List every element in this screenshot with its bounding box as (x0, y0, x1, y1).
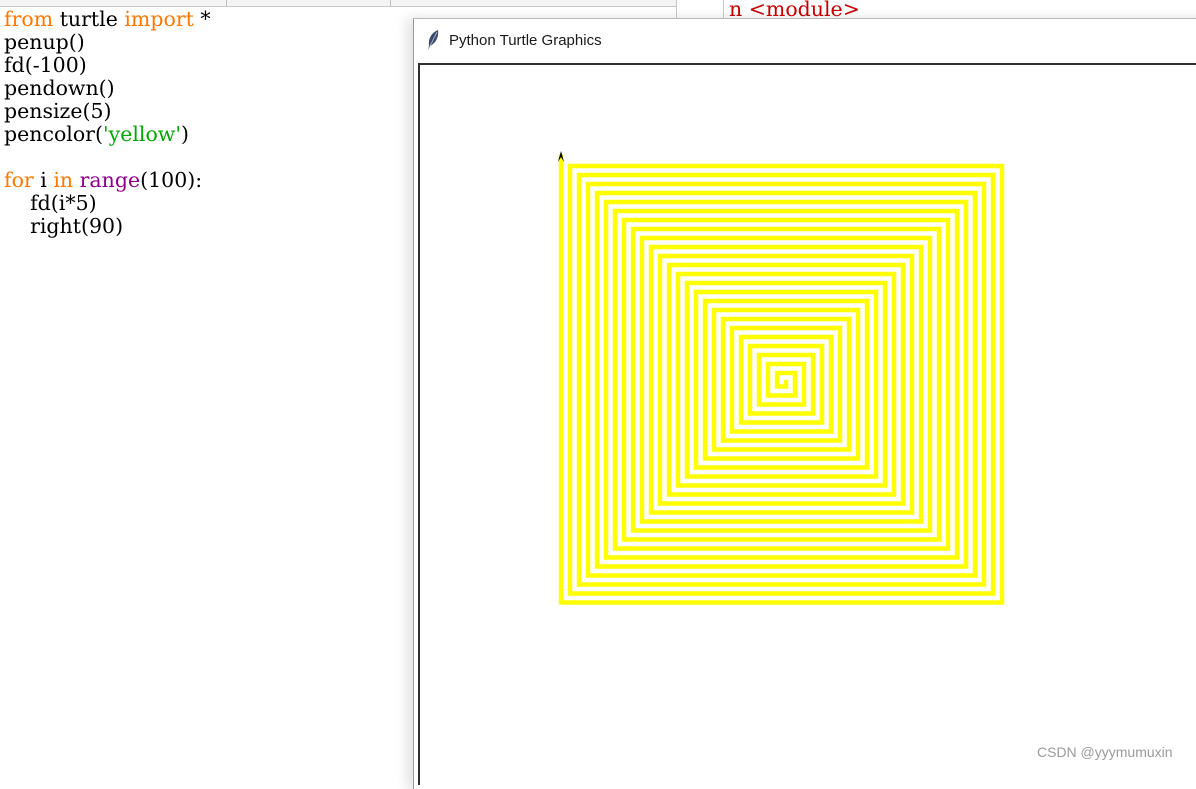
yellow-square-spiral (558, 154, 1005, 605)
code-line: pencolor('yellow') (4, 123, 211, 146)
code-token: pensize(5) (4, 99, 112, 123)
code-line: fd(i*5) (4, 192, 211, 215)
spiral-drawing (557, 151, 1005, 605)
code-token: turtle (53, 7, 125, 31)
code-token: fd(-100) (4, 53, 87, 77)
turtle-canvas[interactable] (418, 63, 1196, 785)
code-token: * (193, 7, 211, 31)
ruler-tick (226, 0, 227, 6)
code-token: in (53, 168, 74, 192)
code-token: (100): (140, 168, 203, 192)
window-titlebar[interactable]: Python Turtle Graphics (414, 19, 1196, 61)
code-line: fd(-100) (4, 54, 211, 77)
editor-top-ruler (0, 0, 676, 7)
window-title: Python Turtle Graphics (449, 31, 602, 49)
turtle-graphics-window[interactable]: Python Turtle Graphics (413, 18, 1196, 789)
code-token: pencolor( (4, 122, 103, 146)
code-token: fd(i*5) (4, 191, 97, 215)
code-line: for i in range(100): (4, 169, 211, 192)
code-token: range (79, 168, 141, 192)
ruler-tick (390, 0, 391, 6)
code-token: penup() (4, 30, 85, 54)
code-token: 'yellow' (102, 122, 181, 146)
code-line: from turtle import * (4, 8, 211, 31)
code-token: import (124, 7, 194, 31)
code-token: pendown() (4, 76, 115, 100)
code-token: ) (180, 122, 189, 146)
code-token: for (4, 168, 34, 192)
code-line: penup() (4, 31, 211, 54)
code-token: i (33, 168, 54, 192)
code-editor-text[interactable]: from turtle import * penup() fd(-100) pendo… (4, 8, 211, 238)
code-line: right(90) (4, 215, 211, 238)
code-token: right(90) (4, 214, 124, 238)
code-token: from (4, 7, 54, 31)
code-line: pendown() (4, 77, 211, 100)
code-line: pensize(5) (4, 100, 211, 123)
watermark: CSDN @yyymumuxin (1037, 744, 1173, 760)
feather-icon (426, 29, 440, 51)
